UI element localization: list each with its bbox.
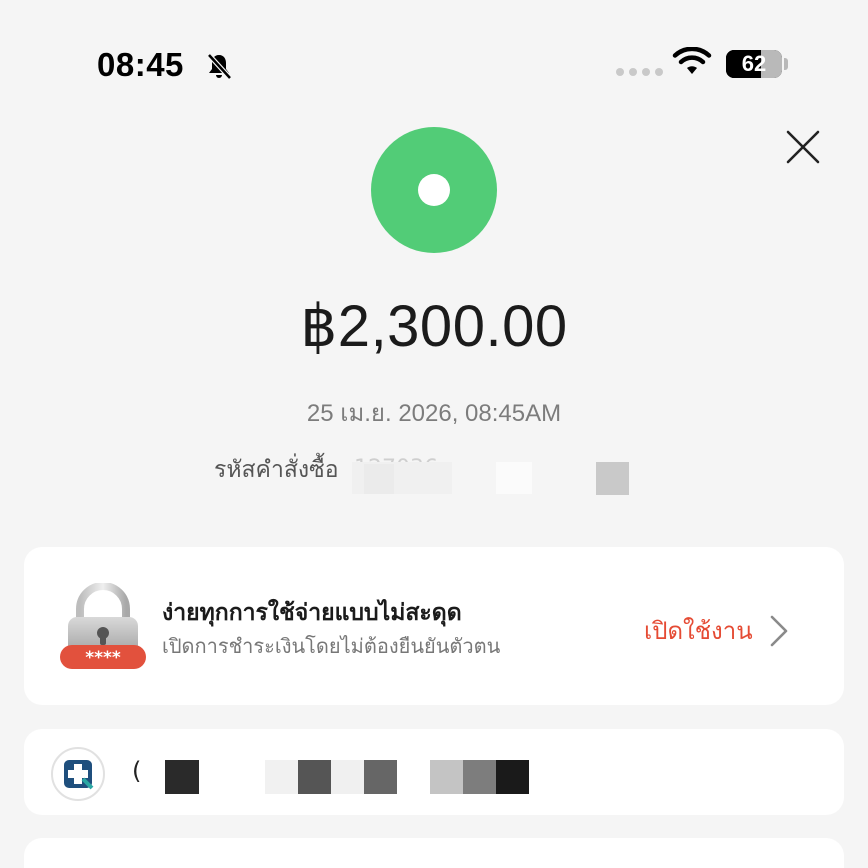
enable-button-label: เปิดใช้งาน (644, 617, 753, 645)
redaction-block (265, 760, 299, 794)
redaction-block (331, 760, 364, 794)
promo-subtitle: เปิดการชำระเงินโดยไม่ต้องยืนยันตัวตน (162, 634, 501, 658)
battery-percent: 62 (741, 51, 767, 76)
merchant-name: ( (132, 757, 142, 785)
status-time: 08:45 (97, 46, 184, 83)
lock-icon: **** (60, 583, 146, 669)
bell-slash-icon (207, 53, 232, 80)
order-id-label: รหัสคำสั่งซื้อ (214, 457, 339, 483)
redaction-block (364, 464, 394, 494)
redaction-block (165, 760, 199, 794)
redaction-block (596, 462, 629, 495)
lock-pin-text: **** (85, 648, 121, 668)
success-ring-icon (371, 127, 497, 253)
wifi-icon (672, 47, 712, 74)
payment-result-screen: 08:45 62 ฿2,300.00 25 เม.ย. 2026, 08:45A… (0, 0, 868, 868)
promo-title: ง่ายทุกการใช้จ่ายแบบไม่สะดุด (162, 600, 462, 626)
redaction-block (496, 760, 529, 794)
battery-cap (784, 58, 788, 70)
battery-indicator: 62 (726, 50, 782, 78)
close-icon[interactable] (784, 128, 822, 166)
payment-datetime: 25 เม.ย. 2026, 08:45AM (306, 400, 562, 427)
passwordless-promo-card[interactable]: **** ง่ายทุกการใช้จ่ายแบบไม่สะดุด เปิดกา… (24, 547, 844, 705)
redaction-block (364, 760, 397, 794)
merchant-logo-icon (51, 747, 105, 801)
redaction-block (463, 760, 496, 794)
next-card[interactable] (24, 838, 844, 868)
redaction-block (430, 760, 463, 794)
cellular-signal-icon (616, 68, 663, 76)
redaction-block (496, 462, 532, 494)
merchant-card[interactable]: ( (24, 729, 844, 815)
chevron-right-icon (770, 615, 787, 646)
status-bar: 08:45 62 (0, 0, 868, 110)
payment-amount: ฿2,300.00 (300, 294, 568, 359)
redaction-block (298, 760, 331, 794)
enable-button[interactable]: เปิดใช้งาน (644, 611, 789, 650)
